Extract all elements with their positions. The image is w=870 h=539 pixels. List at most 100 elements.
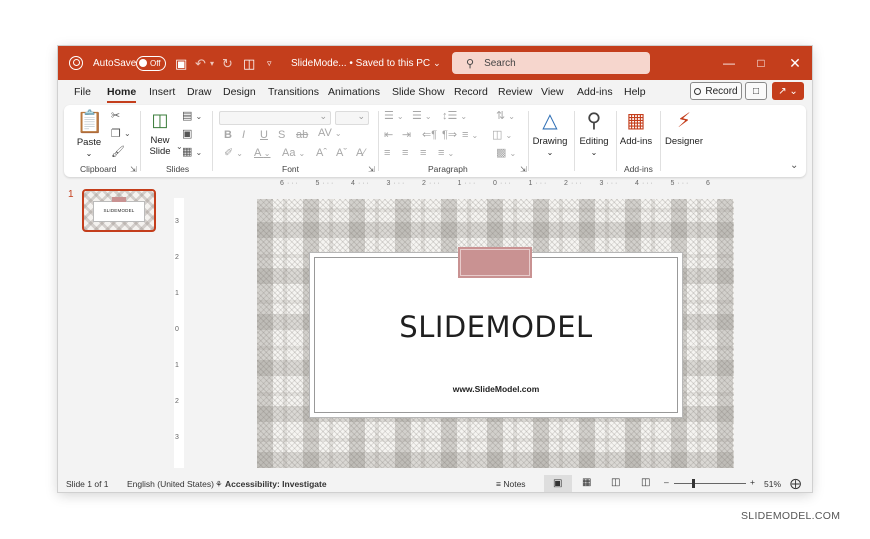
drawing-label: Drawing [532,136,568,147]
tab-home[interactable]: Home [107,86,137,103]
normal-view-button[interactable]: ▣ [544,475,572,492]
reading-view-icon[interactable]: ◫ [611,477,620,488]
slide-show-icon[interactable]: ◫ [641,477,650,488]
reset-icon[interactable]: ▣ [182,129,192,140]
clipboard-launcher-icon[interactable]: ⇲ [130,165,137,174]
section-icon[interactable]: ▦ ⌄ [182,147,202,158]
chevron-down-icon: ⌄ [590,148,598,157]
tab-slide-show[interactable]: Slide Show [392,86,445,98]
zoom-slider[interactable] [674,483,746,484]
numbering-icon[interactable]: ☰ ⌄ [412,111,432,122]
decrease-indent-icon[interactable]: ⇤ [384,130,393,141]
ruler-tick-label: 0 [175,326,179,333]
slide-sorter-icon[interactable]: ▦ [582,477,591,488]
tab-draw[interactable]: Draw [187,86,212,98]
rtl-icon[interactable]: ⇐¶ [422,130,437,141]
clear-formatting-icon[interactable]: A⁄ [356,148,365,159]
zoom-in-icon[interactable]: + [750,477,755,487]
copy-dropdown-icon[interactable]: ⌄ [124,130,131,138]
paragraph-group-label: Paragraph [428,164,468,174]
slide-url[interactable]: www.SlideModel.com [310,384,682,394]
drawing-button[interactable]: △ Drawing ⌄ [530,109,570,158]
zoom-out-icon[interactable]: – [664,477,669,487]
tab-transitions[interactable]: Transitions [268,86,319,98]
tab-insert[interactable]: Insert [149,86,175,98]
layout-icon[interactable]: ▤ ⌄ [182,111,202,122]
comments-button[interactable]: □ [745,82,767,100]
accessibility-status[interactable]: ⚘ Accessibility: Investigate [215,479,327,490]
fit-to-window-icon[interactable]: ⨁ [790,477,801,490]
collapse-ribbon-icon[interactable]: ⌄ [790,161,798,171]
new-slide-label-2: Slide [149,146,171,157]
redo-icon[interactable]: ↻ [222,46,233,80]
increase-indent-icon[interactable]: ⇥ [402,130,411,141]
change-case-icon[interactable]: Aa ⌄ [282,148,305,159]
add-ins-group-label: Add-ins [624,164,653,174]
align-left-icon[interactable]: ≡ [384,148,390,159]
file-title[interactable]: SlideMode... • Saved to this PC ⌄ [291,46,441,80]
smartart-icon[interactable]: ▩ ⌄ [496,148,516,159]
zoom-slider-thumb[interactable] [692,479,695,488]
tab-add-ins[interactable]: Add-ins [577,86,613,98]
notes-button[interactable]: ≡ Notes [496,479,526,489]
cut-icon[interactable]: ✂ [111,111,120,122]
font-name-combo[interactable] [219,111,331,125]
decrease-font-icon[interactable]: Aˇ [336,148,347,159]
slide-canvas[interactable]: SLIDEMODEL www.SlideModel.com [257,199,734,468]
tab-help[interactable]: Help [624,86,646,98]
font-launcher-icon[interactable]: ⇲ [368,165,375,174]
share-button[interactable]: ↗ ⌄ [772,82,804,100]
paragraph-launcher-icon[interactable]: ⇲ [520,165,527,174]
align-right-icon[interactable]: ≡ [420,148,426,159]
tab-animations[interactable]: Animations [328,86,380,98]
record-button[interactable]: Record [690,82,742,100]
add-ins-label: Add-ins [619,136,653,147]
add-ins-button[interactable]: ▦ Add-ins [617,109,655,147]
font-size-combo[interactable] [335,111,369,125]
present-icon[interactable]: ◫ [243,46,255,80]
ltr-icon[interactable]: ¶⇒ [442,130,457,141]
increase-font-icon[interactable]: Aˆ [316,148,327,159]
columns-icon[interactable]: ≡ ⌄ [462,130,478,141]
shadow-icon[interactable]: S [278,130,285,141]
maximize-button[interactable]: □ [744,46,778,80]
font-color-icon[interactable]: A ⌄ [254,148,271,159]
search-box[interactable]: ⚲ Search [452,52,650,74]
new-slide-button[interactable]: ◫ New Slide [146,109,174,157]
ruler-tick-mark: · · · [642,180,653,187]
tab-design[interactable]: Design [223,86,256,98]
tab-review[interactable]: Review [498,86,532,98]
copy-icon[interactable]: ❐ [111,129,121,140]
tab-file[interactable]: File [74,86,91,98]
zoom-level[interactable]: 51% [764,479,781,489]
line-spacing-icon[interactable]: ↕☰ ⌄ [442,111,467,122]
customize-toolbar-icon[interactable]: ▿ [267,46,272,80]
horizontal-ruler: 6 · · · 5 · · · 4 · · · 3 · · · 2 · · · 1 · · … [258,179,738,188]
autosave-toggle[interactable]: Off [136,46,166,80]
close-button[interactable]: ✕ [778,46,812,80]
save-icon[interactable]: ▣ [175,46,187,80]
highlight-icon[interactable]: ✐ ⌄ [224,148,243,159]
tab-view[interactable]: View [541,86,564,98]
minimize-button[interactable]: — [712,46,746,80]
designer-button[interactable]: ⚡ Designer [664,109,704,147]
italic-icon[interactable]: I [242,130,245,141]
paste-button[interactable]: 📋 Paste ⌄ [76,111,103,159]
bullets-icon[interactable]: ☰ ⌄ [384,111,404,122]
bold-icon[interactable]: B [224,130,232,141]
align-center-icon[interactable]: ≡ [402,148,408,159]
slide-title[interactable]: SLIDEMODEL [310,310,682,344]
undo-dropdown-icon[interactable]: ▾ [210,46,214,80]
underline-icon[interactable]: U [260,130,268,141]
strikethrough-icon[interactable]: ab [296,130,308,141]
editing-button[interactable]: ⚲ Editing ⌄ [575,109,613,158]
slide-thumbnail[interactable]: SLIDEMODEL [82,189,156,232]
justify-icon[interactable]: ≡ ⌄ [438,148,454,159]
text-direction-icon[interactable]: ⇅ ⌄ [496,111,515,122]
language-indicator[interactable]: English (United States) [127,479,214,489]
undo-icon[interactable]: ↶ [195,46,206,80]
tab-record[interactable]: Record [454,86,488,98]
character-spacing-icon[interactable]: AV ⌄ [318,128,342,139]
format-painter-icon[interactable]: 🖌 [111,147,125,158]
align-text-icon[interactable]: ◫ ⌄ [492,130,512,141]
